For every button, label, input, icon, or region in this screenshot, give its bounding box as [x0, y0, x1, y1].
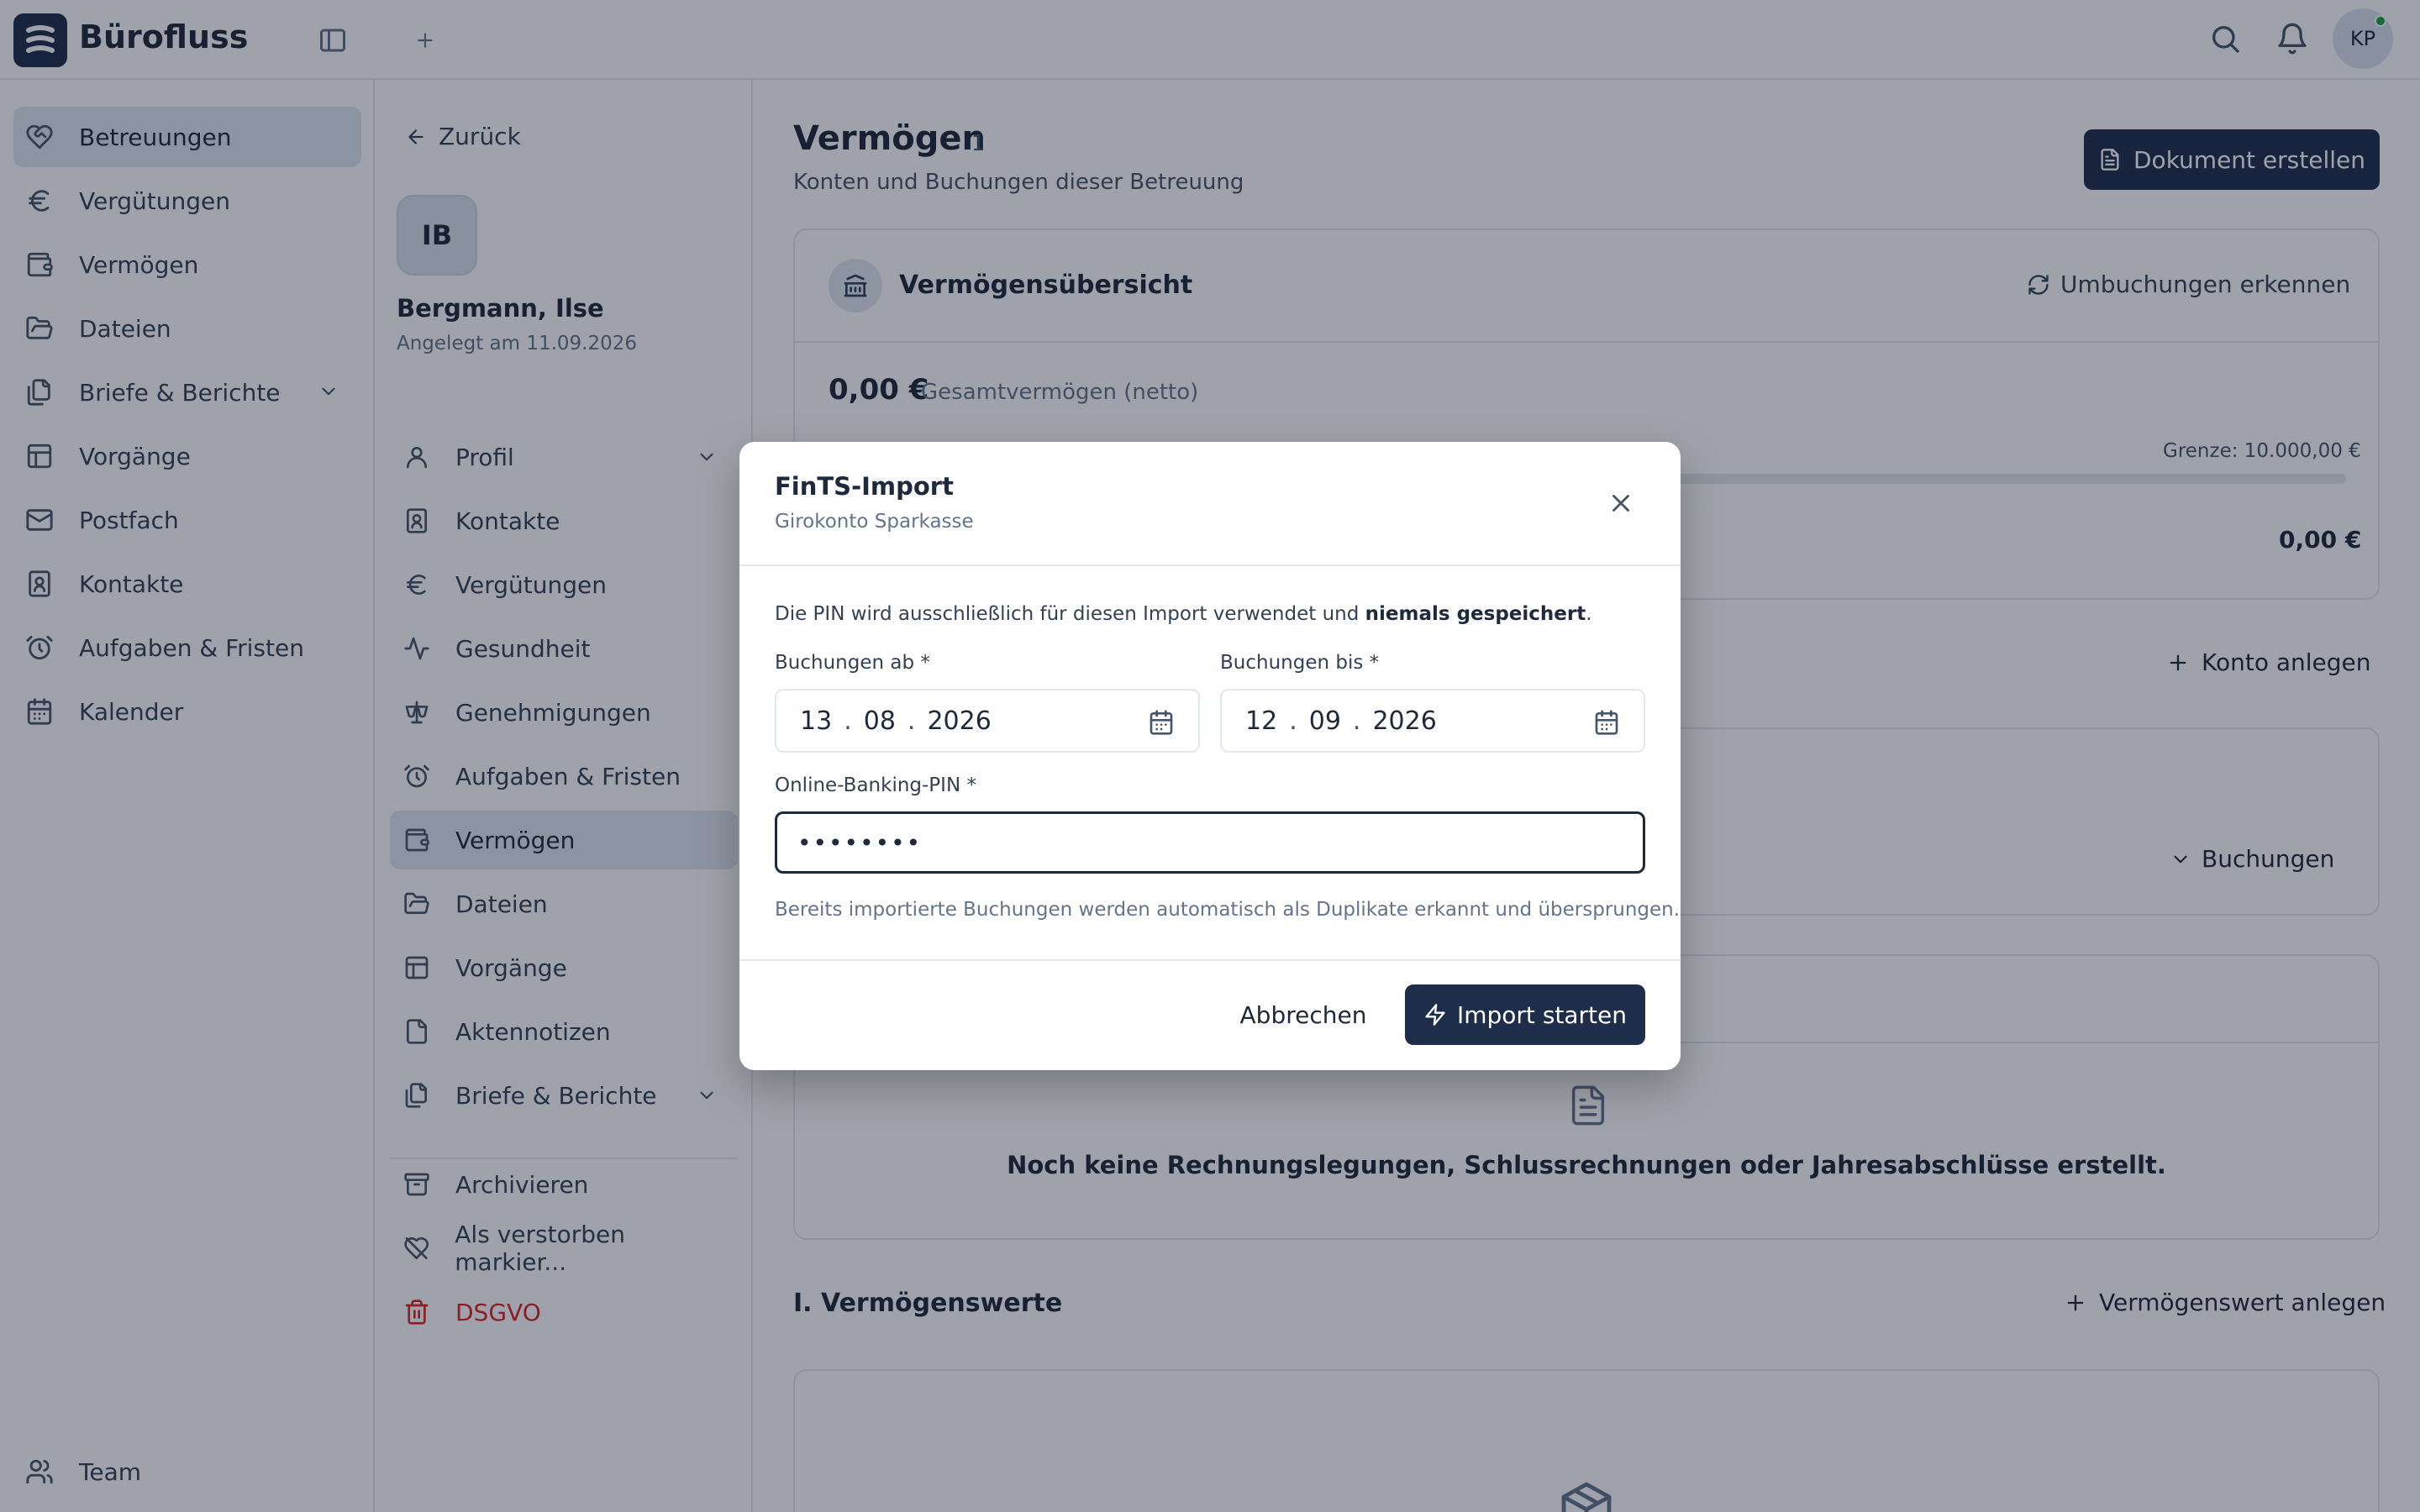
from-day[interactable]: 13 — [800, 706, 832, 736]
start-import-label: Import starten — [1456, 1000, 1627, 1029]
calendar-icon[interactable] — [1148, 709, 1175, 736]
pin-info-suffix: . — [1586, 603, 1592, 625]
from-year[interactable]: 2026 — [927, 706, 991, 736]
pin-info-emphasis: niemals gespeichert — [1365, 603, 1586, 625]
pin-info-text: Die PIN wird ausschließlich für diesen I… — [775, 603, 1365, 625]
date-separator: . — [1352, 706, 1361, 736]
dialog-subtitle: Girokonto Sparkasse — [775, 511, 974, 533]
duplicate-hint: Bereits importierte Buchungen werden aut… — [775, 899, 1681, 921]
close-icon[interactable] — [1607, 489, 1635, 517]
start-import-button[interactable]: Import starten — [1405, 984, 1645, 1045]
date-separator: . — [1289, 706, 1297, 736]
zap-icon — [1425, 1004, 1445, 1026]
to-date-label: Buchungen bis * — [1220, 652, 1380, 674]
cancel-button[interactable]: Abbrechen — [1228, 984, 1378, 1045]
dialog-divider — [739, 564, 1681, 566]
from-date-label: Buchungen ab * — [775, 652, 930, 674]
pin-label: Online-Banking-PIN * — [775, 774, 976, 796]
to-day[interactable]: 12 — [1245, 706, 1277, 736]
to-month[interactable]: 09 — [1309, 706, 1341, 736]
date-separator: . — [844, 706, 852, 736]
to-date-input[interactable]: 12 . 09 . 2026 — [1220, 689, 1645, 753]
fints-import-dialog — [739, 442, 1681, 1070]
from-month[interactable]: 08 — [864, 706, 896, 736]
pin-input[interactable] — [775, 811, 1645, 874]
from-date-input[interactable]: 13 . 08 . 2026 — [775, 689, 1200, 753]
dialog-title: FinTS-Import — [775, 472, 954, 501]
dialog-footer-divider — [739, 959, 1681, 961]
calendar-icon[interactable] — [1593, 709, 1620, 736]
to-year[interactable]: 2026 — [1372, 706, 1436, 736]
dialog-pin-info: Die PIN wird ausschließlich für diesen I… — [775, 603, 1592, 625]
date-separator: . — [907, 706, 916, 736]
